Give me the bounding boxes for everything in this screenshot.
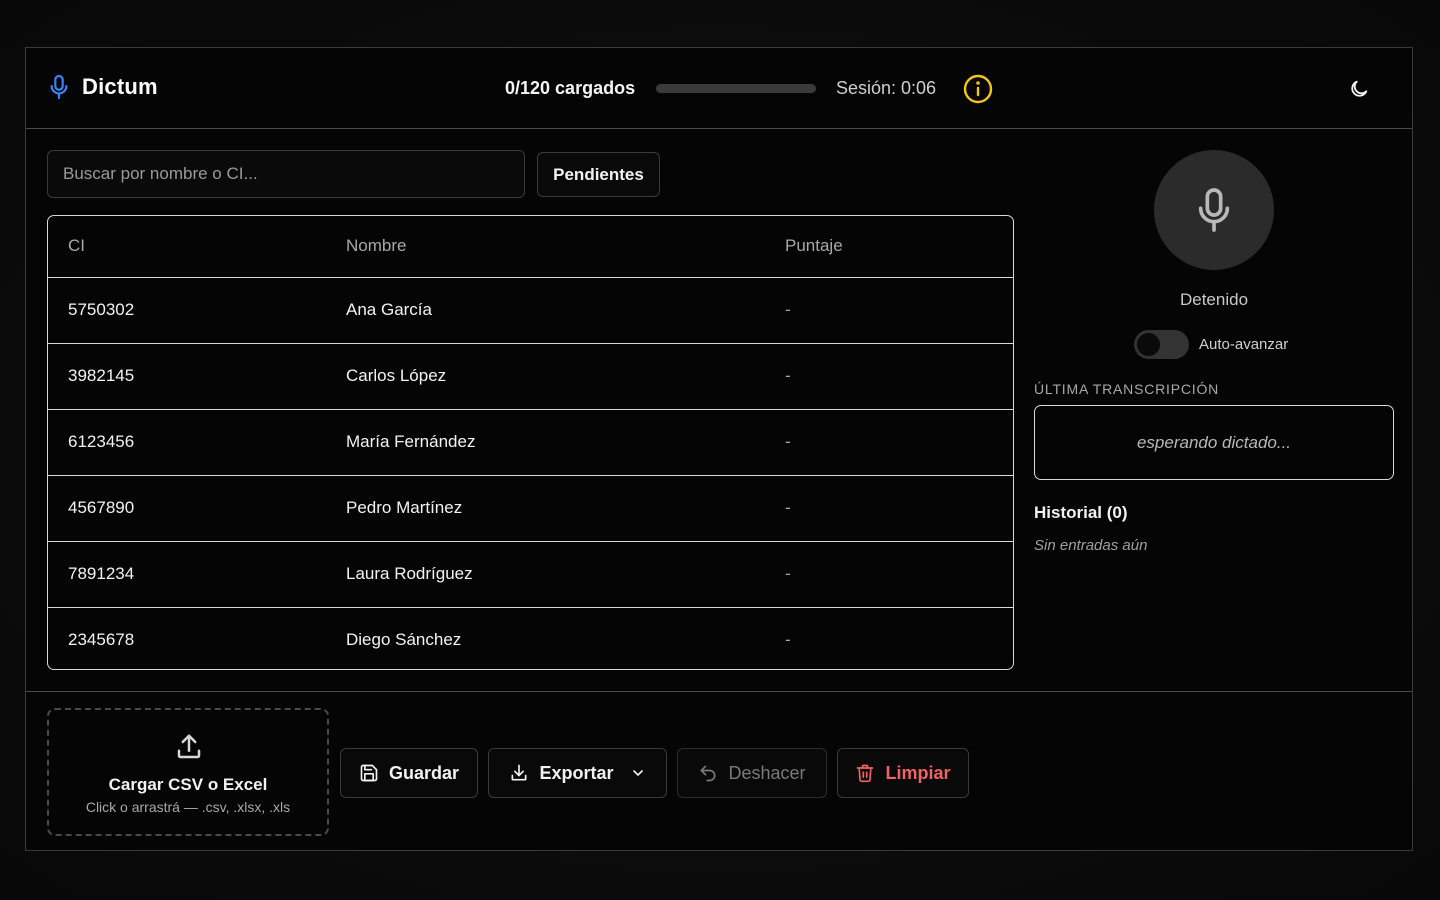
cell-nombre: Laura Rodríguez	[346, 564, 473, 583]
footer-divider	[26, 691, 1412, 692]
history-empty: Sin entradas aún	[1034, 537, 1148, 554]
recorder-status: Detenido	[1179, 290, 1249, 309]
auto-advance-label: Auto-avanzar	[1199, 336, 1289, 353]
microphone-icon	[50, 74, 68, 100]
table-row[interactable]: 2345678 Diego Sánchez -	[48, 608, 1013, 669]
history-title: Historial (0)	[1034, 503, 1128, 522]
column-header-nombre: Nombre	[346, 236, 407, 255]
column-header-puntaje: Puntaje	[785, 236, 843, 255]
export-label: Exportar	[539, 762, 614, 783]
cell-ci: 5750302	[68, 300, 135, 319]
app-title: Dictum	[82, 74, 158, 99]
cell-nombre: Diego Sánchez	[346, 630, 462, 649]
undo-button[interactable]: Deshacer	[677, 748, 827, 798]
cell-puntaje: -	[785, 630, 791, 649]
info-icon[interactable]	[962, 73, 994, 105]
download-icon	[511, 764, 527, 781]
record-button[interactable]	[1154, 150, 1274, 270]
transcript-box: esperando dictado...	[1034, 405, 1394, 480]
table-row[interactable]: 6123456 María Fernández -	[48, 410, 1013, 476]
column-header-ci: CI	[68, 236, 85, 255]
moon-icon[interactable]	[1348, 78, 1370, 100]
cell-nombre: Ana García	[346, 300, 432, 319]
search-input[interactable]	[47, 150, 525, 198]
app-window: Dictum 0/120 cargados Sesión: 0:06 Pendi…	[25, 47, 1413, 851]
upload-dropzone[interactable]: Cargar CSV o Excel Click o arrastrá — .c…	[47, 708, 329, 836]
microphone-icon	[1198, 188, 1230, 232]
session-timer: Sesión: 0:06	[836, 78, 937, 98]
upload-icon	[177, 734, 201, 759]
export-button[interactable]: Exportar	[488, 748, 667, 798]
table-row[interactable]: 7891234 Laura Rodríguez -	[48, 542, 1013, 608]
transcript-label: ÚLTIMA TRANSCRIPCIÓN	[1034, 381, 1220, 397]
cell-puntaje: -	[785, 564, 791, 583]
progress-label: 0/120 cargados	[505, 78, 636, 98]
cell-ci: 3982145	[68, 366, 135, 385]
cell-nombre: Carlos López	[346, 366, 447, 385]
brand: Dictum	[48, 74, 158, 100]
cell-ci: 6123456	[68, 432, 135, 451]
cell-ci: 2345678	[68, 630, 135, 649]
cell-puntaje: -	[785, 366, 791, 385]
cell-ci: 7891234	[68, 564, 135, 583]
cell-ci: 4567890	[68, 498, 135, 517]
header: Dictum 0/120 cargados Sesión: 0:06	[26, 48, 1412, 129]
upload-subtitle: Click o arrastrá — .csv, .xlsx, .xls	[85, 799, 291, 815]
students-table: CI Nombre Puntaje 5750302 Ana García - 3…	[47, 215, 1014, 670]
undo-label: Deshacer	[728, 762, 806, 783]
cell-nombre: Pedro Martínez	[346, 498, 463, 517]
cell-puntaje: -	[785, 498, 791, 517]
save-button[interactable]: Guardar	[340, 748, 478, 798]
chevron-down-icon	[632, 770, 643, 776]
toggle-knob	[1137, 333, 1160, 356]
progress-bar	[656, 84, 816, 93]
upload-title: Cargar CSV o Excel	[108, 775, 268, 794]
save-icon	[360, 764, 378, 782]
undo-icon	[700, 765, 716, 782]
clear-button[interactable]: Limpiar	[837, 748, 969, 798]
table-row[interactable]: 4567890 Pedro Martínez -	[48, 476, 1013, 542]
cell-nombre: María Fernández	[346, 432, 476, 451]
table-header: CI Nombre Puntaje	[48, 216, 1013, 278]
trash-icon	[857, 764, 874, 783]
table-row[interactable]: 3982145 Carlos López -	[48, 344, 1013, 410]
save-label: Guardar	[388, 762, 460, 783]
cell-puntaje: -	[785, 300, 791, 319]
cell-puntaje: -	[785, 432, 791, 451]
clear-label: Limpiar	[885, 762, 951, 783]
filter-pending-button[interactable]: Pendientes	[537, 152, 660, 197]
table-row[interactable]: 5750302 Ana García -	[48, 278, 1013, 344]
auto-advance-toggle[interactable]	[1134, 330, 1189, 359]
